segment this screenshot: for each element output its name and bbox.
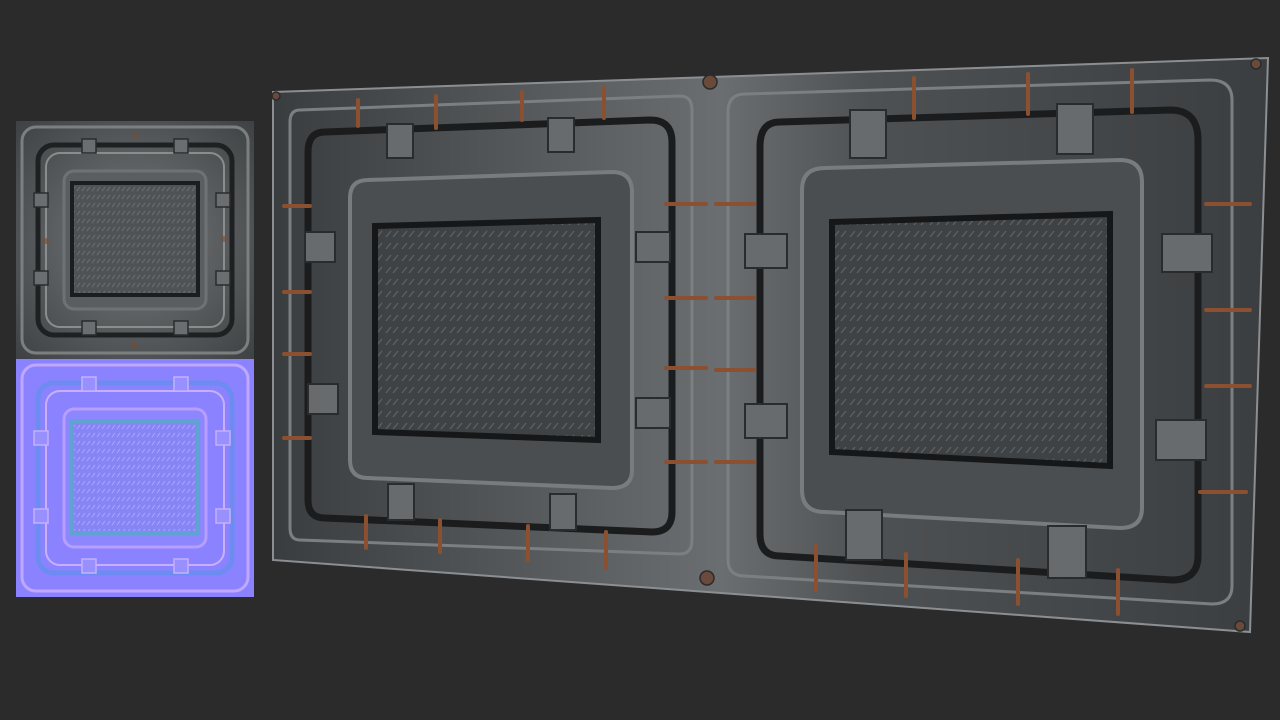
diffuse-texture-swatch [16, 121, 254, 359]
texture-showcase [0, 0, 1280, 720]
diffuse-texture-image [16, 121, 254, 359]
right-panel [726, 78, 1234, 606]
rust-brackets [282, 68, 1252, 616]
preview-plane-surface [273, 58, 1268, 632]
left-panel [288, 94, 694, 556]
normal-map-image [16, 359, 254, 597]
normal-map-swatch [16, 359, 254, 597]
